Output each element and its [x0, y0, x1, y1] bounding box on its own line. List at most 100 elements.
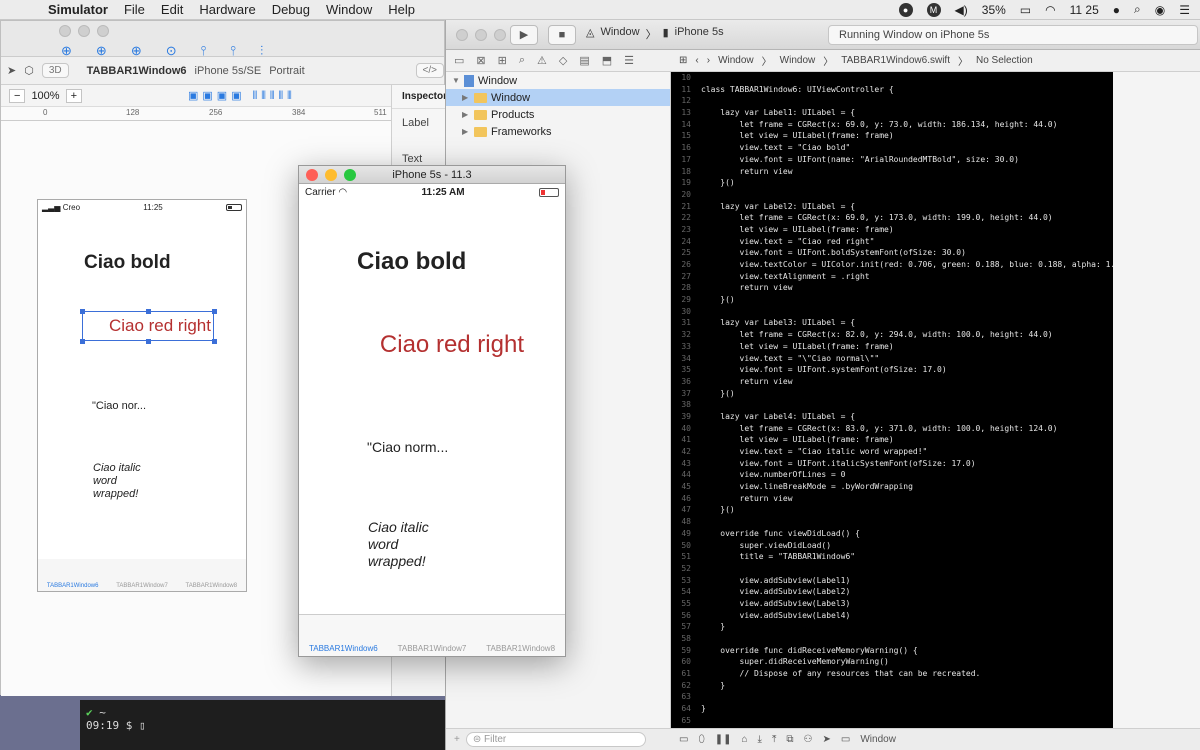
navigate-icon[interactable]: ➤: [7, 64, 16, 77]
folder-icon[interactable]: ▭: [454, 54, 464, 67]
menu-hardware[interactable]: Hardware: [191, 2, 263, 17]
code-line[interactable]: 37 }(): [671, 388, 1113, 400]
resize-handle[interactable]: [80, 309, 85, 314]
code-line[interactable]: 24 view.text = "Ciao red right": [671, 236, 1113, 248]
code-line[interactable]: 12: [671, 95, 1113, 107]
branch-icon[interactable]: ⫯: [201, 43, 207, 59]
menu-file[interactable]: File: [116, 2, 153, 17]
code-line[interactable]: 63: [671, 691, 1113, 703]
find-icon[interactable]: ⌕: [519, 54, 525, 67]
code-line[interactable]: 59 override func didReceiveMemoryWarning…: [671, 645, 1113, 657]
nav-folder-window[interactable]: ▶ Window: [446, 89, 670, 106]
disclosure-icon[interactable]: ▼: [452, 76, 460, 85]
sim-tab-3[interactable]: TABBAR1Window8: [486, 644, 555, 653]
code-line[interactable]: 48: [671, 516, 1113, 528]
disclosure-icon[interactable]: ▶: [462, 127, 470, 136]
code-toggle-icon[interactable]: </>: [415, 63, 444, 78]
nav-folder-products[interactable]: ▶ Products: [446, 106, 670, 123]
code-line[interactable]: 13 lazy var Label1: UILabel = {: [671, 107, 1113, 119]
code-line[interactable]: 57 }: [671, 621, 1113, 633]
zoom-icon[interactable]: [344, 169, 356, 181]
code-line[interactable]: 23 let view = UILabel(frame: frame): [671, 224, 1113, 236]
nav-project[interactable]: ▼ Window: [446, 72, 670, 89]
scheme-selector[interactable]: ◬ Window 〉 ▮ iPhone 5s: [586, 26, 724, 42]
status-app-icon[interactable]: ●: [898, 2, 913, 17]
code-line[interactable]: 58: [671, 633, 1113, 645]
spotlight-icon[interactable]: ⌕: [1134, 2, 1141, 17]
zoom-out-button[interactable]: −: [9, 88, 26, 103]
step-in-icon[interactable]: ⤓: [758, 734, 762, 745]
code-line[interactable]: 64}: [671, 703, 1113, 715]
code-line[interactable]: 61 // Dispose of any resources that can …: [671, 668, 1113, 680]
resize-handle[interactable]: [212, 339, 217, 344]
window-controls[interactable]: [59, 25, 109, 37]
minimize-icon[interactable]: [325, 169, 337, 181]
code-line[interactable]: 11 class TABBAR1Window6: UIViewController…: [671, 84, 1113, 96]
volume-icon[interactable]: ◀): [955, 3, 968, 17]
step-over-icon[interactable]: ⌂: [742, 734, 748, 745]
code-line[interactable]: 47 }(): [671, 504, 1113, 516]
battery-percent[interactable]: 35%: [982, 3, 1006, 17]
simulator-window-controls[interactable]: [306, 169, 356, 181]
sim-tab-1[interactable]: TABBAR1Window6: [309, 644, 378, 653]
back-icon[interactable]: ‹: [695, 55, 698, 66]
code-line[interactable]: 16 view.text = "Ciao bold": [671, 142, 1113, 154]
ib-label-1[interactable]: Ciao bold: [84, 252, 171, 274]
ib-label-3[interactable]: "Ciao nor...: [92, 400, 146, 412]
ib-label-4[interactable]: Ciao italic word wrapped!: [93, 462, 153, 501]
align-tools-icon[interactable]: ▣▣▣▣ ⫴⫴⫴⫴⫴: [188, 89, 296, 103]
location-icon[interactable]: ➤: [823, 734, 831, 745]
source-control-icon[interactable]: ⊠: [476, 54, 485, 67]
ib-phone-scene[interactable]: ▂▃▅ Creo 11:25 Ciao bold Ciao red right …: [37, 199, 247, 592]
code-line[interactable]: 27 view.textAlignment = .right: [671, 271, 1113, 283]
wifi-icon[interactable]: ◠: [1045, 3, 1055, 17]
clock-time[interactable]: 11 25: [1070, 3, 1099, 17]
add-icon[interactable]: +: [454, 734, 460, 745]
airplay-icon[interactable]: ▭: [1020, 3, 1031, 17]
hide-debug-icon[interactable]: ▭: [679, 734, 688, 745]
code-line[interactable]: 32 let frame = CGRect(x: 82.0, y: 294.0,…: [671, 329, 1113, 341]
code-line[interactable]: 38: [671, 399, 1113, 411]
resize-handle[interactable]: [146, 339, 151, 344]
simulator-window[interactable]: iPhone 5s - 11.3 Carrier ◠ 11:25 AM Ciao…: [298, 165, 566, 657]
ib-tab-1[interactable]: TABBAR1Window6: [47, 583, 99, 589]
code-line[interactable]: 22 let frame = CGRect(x: 69.0, y: 173.0,…: [671, 212, 1113, 224]
stop-button[interactable]: ■: [548, 25, 576, 45]
code-line[interactable]: 56 view.addSubview(Label4): [671, 610, 1113, 622]
code-line[interactable]: 62 }: [671, 680, 1113, 692]
code-line[interactable]: 49 override func viewDidLoad() {: [671, 528, 1113, 540]
zoom-in-button[interactable]: +: [65, 88, 83, 103]
code-line[interactable]: 35 view.font = UIFont.systemFont(ofSize:…: [671, 364, 1113, 376]
sim-tab-2[interactable]: TABBAR1Window7: [398, 644, 467, 653]
code-line[interactable]: 40 let frame = CGRect(x: 83.0, y: 371.0,…: [671, 423, 1113, 435]
menu-window[interactable]: Window: [318, 2, 380, 17]
sort-icon[interactable]: ⫶: [260, 43, 263, 59]
code-line[interactable]: 18 return view: [671, 166, 1113, 178]
filter-input[interactable]: ⊜ Filter: [465, 732, 646, 747]
code-line[interactable]: 14 let frame = CGRect(x: 69.0, y: 73.0, …: [671, 119, 1113, 131]
breakpoint-icon[interactable]: ⬒: [602, 54, 612, 67]
ib-tab-2[interactable]: TABBAR1Window7: [116, 583, 168, 589]
jump-file[interactable]: TABBAR1Window6.swift: [841, 55, 950, 66]
code-line[interactable]: 17 view.font = UIFont(name: "ArialRounde…: [671, 154, 1113, 166]
view-hierarchy-icon[interactable]: ⧉: [786, 734, 793, 745]
breadcrumb-orientation[interactable]: Portrait: [269, 65, 304, 77]
pause-icon[interactable]: ❚❚: [715, 734, 732, 745]
step-up-icon[interactable]: ⊕: [131, 43, 142, 59]
connect-icon[interactable]: ⫯: [230, 43, 236, 59]
code-line[interactable]: 41 let view = UILabel(frame: frame): [671, 434, 1113, 446]
issue-icon[interactable]: ⚠: [537, 54, 547, 67]
notification-center-icon[interactable]: ☰: [1179, 3, 1190, 17]
siri-icon[interactable]: ◉: [1155, 3, 1165, 17]
code-line[interactable]: 65: [671, 715, 1113, 727]
menu-app-name[interactable]: Simulator: [40, 2, 116, 17]
code-line[interactable]: 20: [671, 189, 1113, 201]
code-line[interactable]: 19 }(): [671, 177, 1113, 189]
code-line[interactable]: 42 view.text = "Ciao italic word wrapped…: [671, 446, 1113, 458]
code-line[interactable]: 25 view.font = UIFont.boldSystemFont(ofS…: [671, 247, 1113, 259]
3d-toggle[interactable]: 3D: [41, 63, 69, 78]
close-icon[interactable]: [306, 169, 318, 181]
jump-project[interactable]: Window: [718, 55, 754, 66]
jump-folder[interactable]: Window: [780, 55, 816, 66]
source-editor[interactable]: 10 11 class TABBAR1Window6: UIViewControll…: [671, 72, 1113, 728]
